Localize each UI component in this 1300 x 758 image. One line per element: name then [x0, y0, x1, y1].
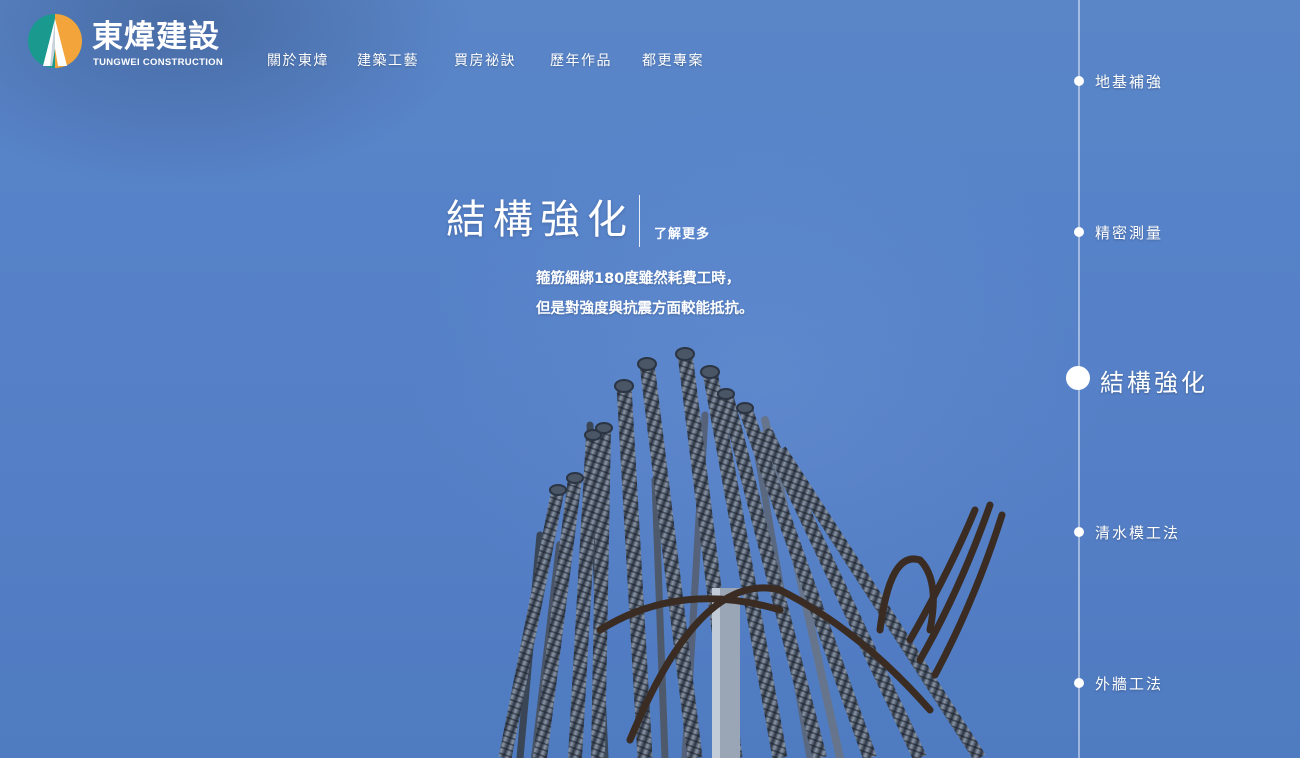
rebar-image — [498, 347, 1006, 758]
logo-name: 東煒建設 — [92, 19, 220, 55]
nav-item-tips[interactable]: 買房祕訣 — [454, 50, 516, 70]
nav-item-craft[interactable]: 建築工藝 — [357, 50, 419, 70]
timeline-label: 清水模工法 — [1095, 524, 1181, 542]
timeline-dot-icon — [1074, 678, 1084, 688]
logo-subtitle: TUNGWEI CONSTRUCTION — [93, 57, 224, 68]
hero-description-line-2: 但是對強度與抗震方面較能抵抗。 — [536, 301, 754, 317]
timeline-label: 精密測量 — [1095, 224, 1164, 242]
logo-mark-icon — [28, 14, 82, 68]
logo[interactable]: 東煒建設 TUNGWEI CONSTRUCTION — [28, 14, 228, 72]
hero-description: 箍筋綑綁180度雖然耗費工時， 但是對強度與抗震方面較能抵抗。 — [536, 264, 754, 324]
nav-item-about[interactable]: 關於東煒 — [267, 50, 329, 70]
timeline-label: 外牆工法 — [1095, 675, 1164, 693]
hero-title: 結構強化 — [446, 197, 634, 243]
timeline-label-active: 結構強化 — [1100, 369, 1208, 397]
timeline-dot-icon — [1074, 76, 1084, 86]
timeline-dot-active-icon — [1066, 366, 1090, 390]
nav-item-works[interactable]: 歷年作品 — [550, 50, 612, 70]
hero-description-line-1: 箍筋綑綁180度雖然耗費工時， — [536, 271, 741, 287]
timeline-label: 地基補強 — [1095, 73, 1164, 91]
nav-item-urban-renewal[interactable]: 都更專案 — [642, 50, 704, 70]
hero-divider — [639, 195, 640, 247]
timeline-dot-icon — [1074, 527, 1084, 537]
learn-more-link[interactable]: 了解更多 — [654, 223, 710, 242]
timeline-dot-icon — [1074, 227, 1084, 237]
